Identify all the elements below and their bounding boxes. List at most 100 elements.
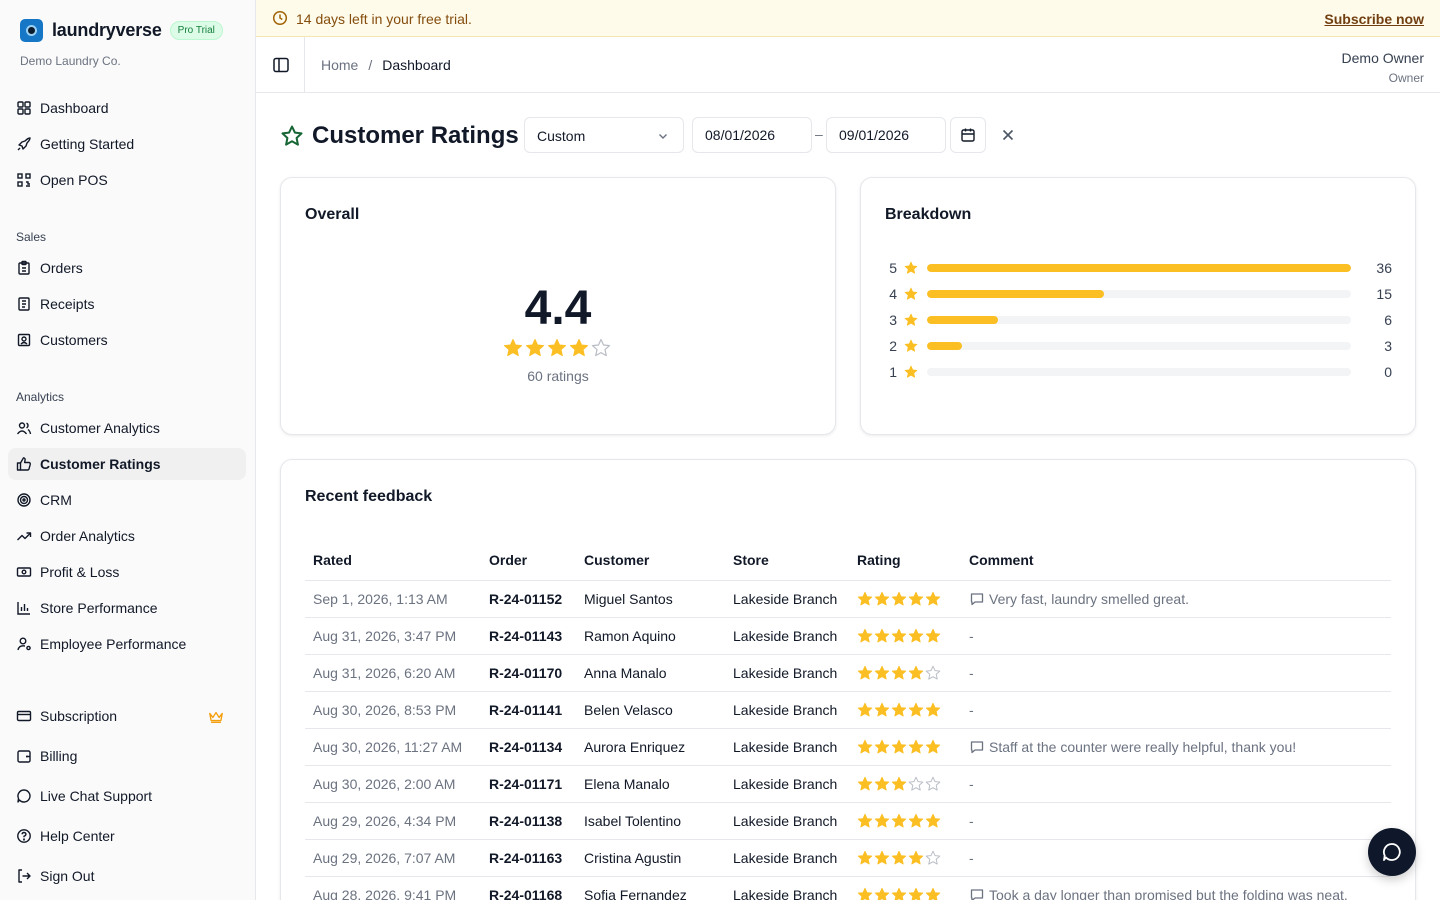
cell-order-id[interactable]: R-24-01138: [481, 802, 576, 840]
sidebar-item-label: Subscription: [40, 708, 118, 724]
comment-text: Very fast, laundry smelled great.: [989, 590, 1189, 607]
date-from-input[interactable]: [692, 117, 812, 153]
table-row[interactable]: Aug 30, 2026, 8:53 PM R-24-01141 Belen Vel…: [305, 691, 1391, 729]
user-cog-icon: [17, 637, 31, 651]
credit-card-icon: [16, 710, 32, 722]
sidebar-item-employee-performance[interactable]: Employee Performance: [8, 628, 246, 660]
table-row[interactable]: Aug 30, 2026, 11:27 AM R-24-01134 Aurora E…: [305, 728, 1391, 766]
recent-feedback-title: Recent feedback: [305, 488, 433, 505]
sidebar-item-subscription[interactable]: Subscription: [8, 700, 246, 732]
cell-comment: -: [961, 617, 1391, 655]
chevron-down-icon: [659, 134, 667, 139]
live-chat-button[interactable]: [1368, 828, 1416, 876]
calendar-button[interactable]: [950, 117, 986, 153]
sidebar-item-customer-analytics[interactable]: Customer Analytics: [8, 412, 246, 444]
cell-rating: [849, 580, 961, 618]
table-row[interactable]: Aug 29, 2026, 7:07 AM R-24-01163 Cristina …: [305, 839, 1391, 877]
sidebar-item-crm[interactable]: CRM: [8, 484, 246, 516]
cell-order-id[interactable]: R-24-01170: [481, 654, 576, 692]
sidebar-item-order-analytics[interactable]: Order Analytics: [8, 520, 246, 552]
sidebar-item-receipts[interactable]: Receipts: [8, 288, 246, 320]
breakdown-row: 5 36: [885, 258, 1392, 278]
table-row[interactable]: Aug 29, 2026, 4:34 PM R-24-01138 Isabel To…: [305, 802, 1391, 840]
cell-order-id[interactable]: R-24-01163: [481, 839, 576, 877]
cell-customer: Miguel Santos: [576, 580, 725, 618]
cell-customer: Cristina Agustin: [576, 839, 725, 877]
star-filled-icon: [908, 665, 924, 679]
star-rating: [857, 702, 961, 718]
star-filled-icon: [891, 850, 907, 864]
table-row[interactable]: Sep 1, 2026, 1:13 AM R-24-01152 Miguel San…: [305, 580, 1391, 618]
sidebar-item-getting-started[interactable]: Getting Started: [8, 128, 246, 160]
date-to-input[interactable]: [826, 117, 946, 153]
cell-order-id[interactable]: R-24-01141: [481, 691, 576, 729]
sidebar-item-help-center[interactable]: Help Center: [8, 820, 246, 852]
breakdown-star-level: 1: [889, 364, 897, 380]
cell-comment: Very fast, laundry smelled great.: [961, 580, 1391, 618]
star-filled-icon: [925, 739, 941, 753]
breakdown-star-level: 5: [889, 260, 897, 276]
star-filled-icon: [857, 850, 873, 864]
column-header-customer: Customer: [576, 540, 725, 581]
sidebar-toggle-icon[interactable]: [272, 56, 290, 74]
brand-name: laundryverse: [52, 20, 162, 40]
overall-star-rating: [503, 338, 611, 358]
sidebar-item-open-pos[interactable]: Open POS: [8, 164, 246, 196]
page-title: Customer Ratings: [312, 122, 519, 149]
cell-order-id[interactable]: R-24-01171: [481, 765, 576, 803]
table-row[interactable]: Aug 30, 2026, 2:00 AM R-24-01171 Elena Man…: [305, 765, 1391, 803]
user-name[interactable]: Demo Owner: [1342, 50, 1424, 66]
star-filled-icon: [548, 339, 566, 357]
sidebar-item-customer-ratings[interactable]: Customer Ratings: [8, 448, 246, 480]
cell-store: Lakeside Branch: [725, 802, 849, 840]
comment-icon: [970, 888, 984, 900]
sidebar-item-label: Getting Started: [40, 136, 135, 152]
table-row[interactable]: Aug 31, 2026, 6:20 AM R-24-01170 Anna Mana…: [305, 654, 1391, 692]
star-rating: [857, 776, 961, 792]
sidebar-item-label: Live Chat Support: [40, 788, 153, 804]
breadcrumb-current: Dashboard: [382, 57, 451, 73]
sidebar-item-live-chat[interactable]: Live Chat Support: [8, 780, 246, 812]
chat-bubble-icon: [1383, 843, 1401, 861]
sidebar-item-dashboard[interactable]: Dashboard: [8, 92, 246, 124]
cell-order-id[interactable]: R-24-01134: [481, 728, 576, 766]
table-row[interactable]: Aug 31, 2026, 3:47 PM R-24-01143 Ramon Aqu…: [305, 617, 1391, 655]
breakdown-card: Breakdown 5 36 4 15 3 6 2 3 1 0: [860, 177, 1416, 435]
cell-order-id[interactable]: R-24-01152: [481, 580, 576, 618]
star-filled-icon: [874, 702, 890, 716]
sidebar-item-sign-out[interactable]: Sign Out: [8, 860, 246, 892]
cell-order-id[interactable]: R-24-01168: [481, 876, 576, 900]
star-filled-icon: [908, 813, 924, 827]
sidebar-item-billing[interactable]: Billing: [8, 740, 246, 772]
sidebar-item-profit-loss[interactable]: Profit & Loss: [8, 556, 246, 588]
breakdown-star-level: 3: [889, 312, 897, 328]
cell-rated: Aug 30, 2026, 8:53 PM: [305, 691, 481, 729]
cell-store: Lakeside Branch: [725, 580, 849, 618]
breakdown-row: 10: [885, 362, 1392, 382]
subscribe-now-link[interactable]: Subscribe now: [1324, 11, 1424, 27]
sidebar-item-label: Employee Performance: [40, 636, 187, 652]
clear-dates-icon[interactable]: [999, 126, 1017, 144]
comment-text: Staff at the counter were really helpful…: [989, 738, 1297, 755]
sidebar-item-label: Customers: [40, 332, 108, 348]
cell-rating: [849, 617, 961, 655]
date-range-select[interactable]: Custom: [524, 117, 684, 153]
breadcrumb-home[interactable]: Home: [321, 57, 358, 73]
star-rating: [857, 887, 961, 900]
sidebar-item-store-performance[interactable]: Store Performance: [8, 592, 246, 624]
trial-banner: 14 days left in your free trial. Subscri…: [256, 0, 1440, 37]
star-filled-icon: [904, 365, 918, 378]
column-header-store: Store: [725, 540, 849, 581]
star-filled-icon: [925, 702, 941, 716]
cell-rated: Aug 29, 2026, 4:34 PM: [305, 802, 481, 840]
sidebar-item-customers[interactable]: Customers: [8, 324, 246, 356]
brand[interactable]: laundryverse Pro Trial: [20, 19, 223, 42]
table-row[interactable]: Aug 28, 2026, 9:41 PM R-24-01168 Sofia Fer…: [305, 876, 1391, 900]
sidebar-item-orders[interactable]: Orders: [8, 252, 246, 284]
breakdown-bar-track: [927, 316, 1351, 324]
cell-order-id[interactable]: R-24-01143: [481, 617, 576, 655]
cell-customer: Belen Velasco: [576, 691, 725, 729]
sidebar-item-label: Billing: [40, 748, 78, 764]
cell-customer: Isabel Tolentino: [576, 802, 725, 840]
star-filled-icon: [891, 776, 907, 790]
